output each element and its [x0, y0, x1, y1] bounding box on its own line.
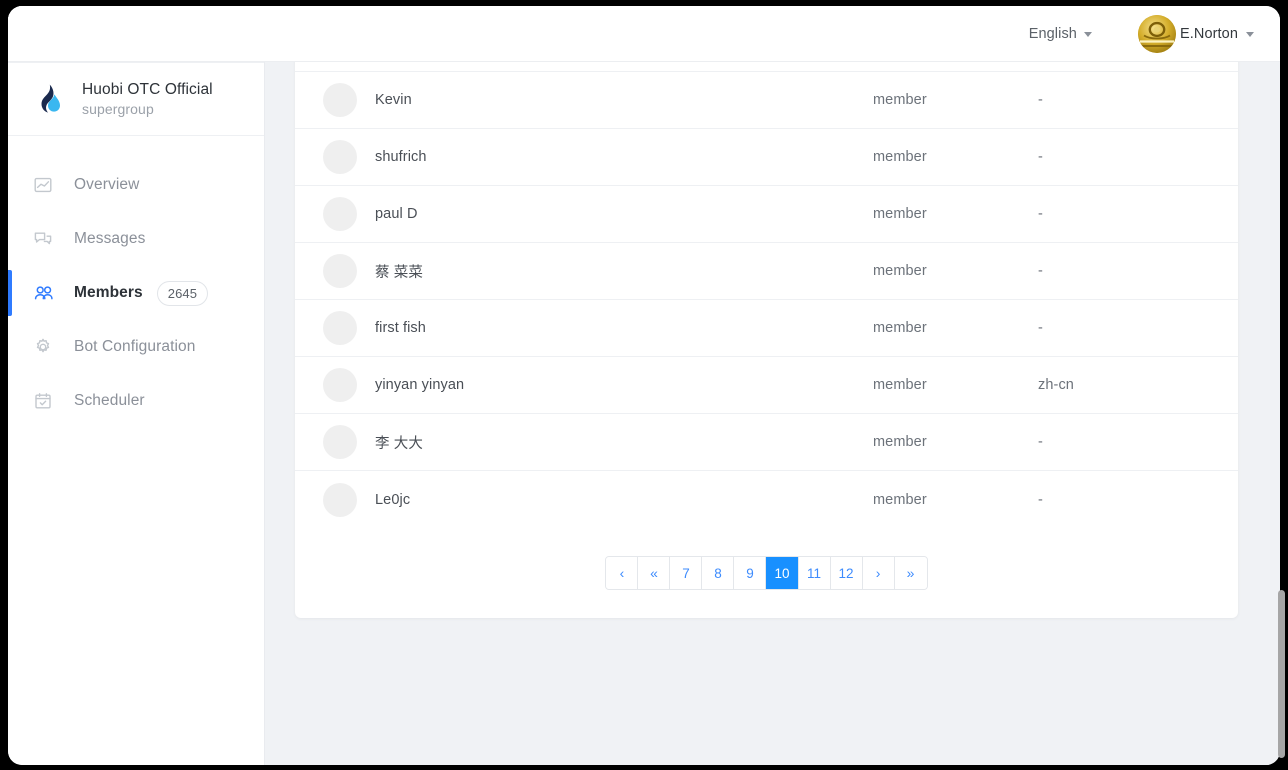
group-header[interactable]: Huobi OTC Official supergroup — [8, 62, 264, 136]
members-table: 朋刚 解 member - — [295, 62, 1238, 528]
table-row[interactable]: Kevin member - — [295, 72, 1238, 129]
member-language: - — [1038, 206, 1043, 222]
sidebar-item-overview[interactable]: Overview — [8, 158, 264, 212]
member-language: zh-cn — [1038, 377, 1074, 393]
table-row[interactable]: shufrich member - — [295, 129, 1238, 186]
group-type: supergroup — [82, 101, 154, 117]
sidebar-item-label: Scheduler — [74, 392, 145, 409]
member-language: - — [1038, 149, 1043, 165]
user-name: E.Norton — [1179, 25, 1238, 42]
member-role: member — [873, 92, 927, 108]
user-menu[interactable]: E.Norton — [1137, 14, 1254, 53]
prev-page-button[interactable]: ‹ — [606, 557, 639, 589]
double-chevron-right-icon: » — [906, 565, 915, 581]
page-11-button[interactable]: 11 — [798, 557, 831, 589]
sidebar-item-label: Overview — [74, 176, 140, 193]
member-role: member — [873, 206, 927, 222]
member-avatar-placeholder-icon — [323, 140, 357, 174]
group-meta: Huobi OTC Official supergroup — [82, 81, 213, 117]
member-avatar-placeholder-icon — [323, 254, 357, 288]
member-avatar-placeholder-icon — [323, 425, 357, 459]
member-name: yinyan yinyan — [375, 377, 465, 393]
language-selector[interactable]: English — [1029, 26, 1092, 42]
next-page-button[interactable]: › — [862, 557, 895, 589]
member-role: member — [873, 263, 927, 279]
member-role: member — [873, 320, 927, 336]
member-name: 李 大大 — [375, 435, 423, 452]
member-name: first fish — [375, 320, 426, 336]
app-window: Huobi OTC Official supergroup Overview M… — [8, 6, 1280, 765]
calendar-check-icon — [32, 390, 54, 412]
member-avatar-placeholder-icon — [323, 482, 357, 517]
sidebar-item-members[interactable]: Members 2645 — [8, 266, 264, 320]
member-avatar-placeholder-icon — [323, 368, 357, 402]
member-role: member — [873, 377, 927, 393]
member-name: Le0jc — [375, 491, 411, 508]
member-avatar-placeholder-icon — [323, 83, 357, 117]
chat-bubbles-icon — [32, 228, 54, 250]
pagination-container: ‹ « 7 8 9 10 11 12 › » — [295, 528, 1238, 618]
page-8-button[interactable]: 8 — [702, 557, 735, 589]
sidebar-item-label: Members — [74, 284, 143, 301]
page-12-button[interactable]: 12 — [830, 557, 863, 589]
huobi-flame-logo-icon — [32, 81, 68, 117]
area-chart-icon — [32, 174, 54, 196]
sidebar-nav: Overview Messages Members 2645 Bot Confi… — [8, 136, 264, 428]
chevron-down-icon — [1083, 32, 1092, 37]
member-language: - — [1038, 434, 1043, 450]
chevron-down-icon — [1246, 32, 1254, 37]
table-row[interactable]: Le0jc member - — [295, 471, 1238, 528]
jump-prev-button[interactable]: « — [638, 557, 671, 589]
member-name: 蔡 菜菜 — [375, 264, 423, 281]
member-language: - — [1038, 92, 1043, 108]
page-9-button[interactable]: 9 — [734, 557, 767, 589]
sidebar-item-scheduler[interactable]: Scheduler — [8, 374, 264, 428]
table-row[interactable]: yinyan yinyan member zh-cn — [295, 357, 1238, 414]
chevron-right-icon: › — [875, 565, 881, 581]
sidebar-item-bot-configuration[interactable]: Bot Configuration — [8, 320, 264, 374]
member-avatar-placeholder-icon — [323, 311, 357, 345]
group-name: Huobi OTC Official — [82, 81, 213, 98]
member-language: - — [1038, 263, 1043, 279]
main-content: 朋刚 解 member - — [265, 62, 1280, 765]
double-chevron-left-icon: « — [650, 565, 658, 581]
member-name: paul D — [375, 206, 418, 222]
table-row[interactable]: first fish member - — [295, 300, 1238, 357]
page-scrollbar-thumb[interactable] — [1278, 590, 1285, 758]
member-avatar-placeholder-icon — [323, 197, 357, 231]
member-name: shufrich — [375, 149, 427, 165]
language-label: English — [1028, 25, 1077, 42]
member-role: member — [873, 434, 927, 450]
members-card: 朋刚 解 member - — [295, 62, 1238, 618]
page-10-button[interactable]: 10 — [766, 557, 799, 589]
pagination: ‹ « 7 8 9 10 11 12 › » — [605, 556, 928, 590]
table-row[interactable]: paul D member - — [295, 186, 1238, 243]
top-header-bar: English E.Norton — [8, 6, 1280, 62]
page-7-button[interactable]: 7 — [670, 557, 703, 589]
table-row[interactable]: Pino_DAO.EOS member - — [295, 62, 1238, 72]
members-count-badge: 2645 — [156, 280, 209, 306]
member-name: Kevin — [375, 92, 412, 108]
member-role: member — [873, 149, 927, 165]
sidebar-item-label: Bot Configuration — [74, 338, 196, 355]
sidebar: Huobi OTC Official supergroup Overview M… — [8, 6, 265, 765]
member-language: - — [1038, 491, 1043, 508]
member-role: member — [873, 491, 927, 508]
table-row[interactable]: 李 大大 member - — [295, 414, 1238, 471]
member-language: - — [1038, 320, 1043, 336]
table-row[interactable]: 蔡 菜菜 member - — [295, 243, 1238, 300]
avatar — [1137, 14, 1176, 53]
sidebar-item-messages[interactable]: Messages — [8, 212, 264, 266]
gear-icon — [32, 336, 54, 358]
users-icon — [32, 282, 54, 304]
jump-next-button[interactable]: » — [894, 557, 927, 589]
sidebar-item-label: Messages — [74, 230, 146, 247]
chevron-left-icon: ‹ — [619, 565, 625, 581]
